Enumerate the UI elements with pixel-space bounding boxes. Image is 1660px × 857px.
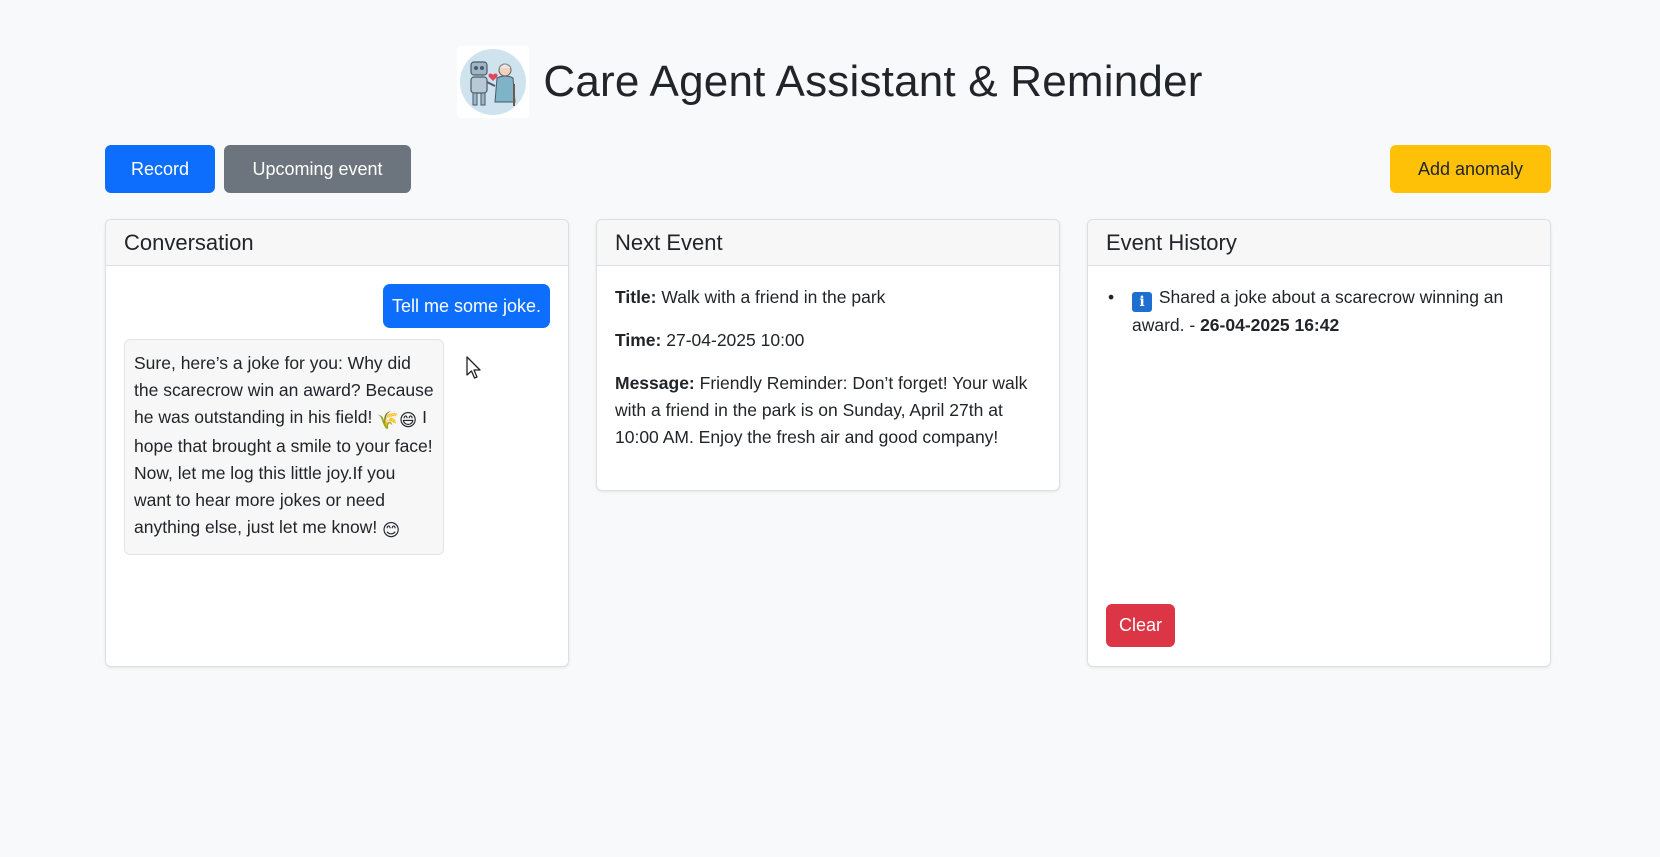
history-entry-text: i Shared a joke about a scarecrow winnin… [1132,284,1532,339]
event-time-label: Time: [615,330,662,350]
event-title-label: Title: [615,287,657,307]
upcoming-event-button[interactable]: Upcoming event [224,145,411,193]
next-event-header: Next Event [597,220,1059,266]
event-time-row: Time: 27-04-2025 10:00 [615,327,1041,354]
history-entry-timestamp: 26-04-2025 16:42 [1200,315,1340,335]
list-item: • i Shared a joke about a scarecrow winn… [1106,284,1532,339]
bullet-icon: • [1108,287,1115,307]
record-button[interactable]: Record [105,145,215,193]
robot-and-elder-icon [457,46,530,118]
event-title-value: Walk with a friend in the park [661,287,886,307]
chat-log[interactable]: Tell me some joke. Sure, here’s a joke f… [106,266,568,666]
add-anomaly-button[interactable]: Add anomaly [1390,145,1551,193]
event-message-row: Message: Friendly Reminder: Don’t forget… [615,370,1041,451]
assistant-message-bubble: Sure, here’s a joke for you: Why did the… [124,339,444,555]
event-time-value: 27-04-2025 10:00 [666,330,805,350]
mouse-cursor-icon [466,356,482,385]
app-header: Care Agent Assistant & Reminder [0,46,1660,118]
next-event-body: Title: Walk with a friend in the park Ti… [597,266,1059,485]
info-icon: i [1132,292,1152,312]
page-title: Care Agent Assistant & Reminder [543,57,1203,106]
conversation-header: Conversation [106,220,568,266]
event-history-header: Event History [1088,220,1550,266]
grin-icon: 😄 [399,409,418,430]
user-message-bubble: Tell me some joke. [382,284,550,328]
clear-button[interactable]: Clear [1106,604,1175,647]
event-title-row: Title: Walk with a friend in the park [615,284,1041,311]
next-event-card: Next Event Title: Walk with a friend in … [596,219,1060,491]
event-history-list: • i Shared a joke about a scarecrow winn… [1088,266,1550,666]
conversation-card: Conversation Tell me some joke. Sure, he… [105,219,569,667]
wheat-icon: 🌾 [377,409,400,430]
event-message-label: Message: [615,373,695,393]
smile-icon: 😊 [382,519,401,540]
event-history-card: Event History • i Shared a joke about a … [1087,219,1551,667]
